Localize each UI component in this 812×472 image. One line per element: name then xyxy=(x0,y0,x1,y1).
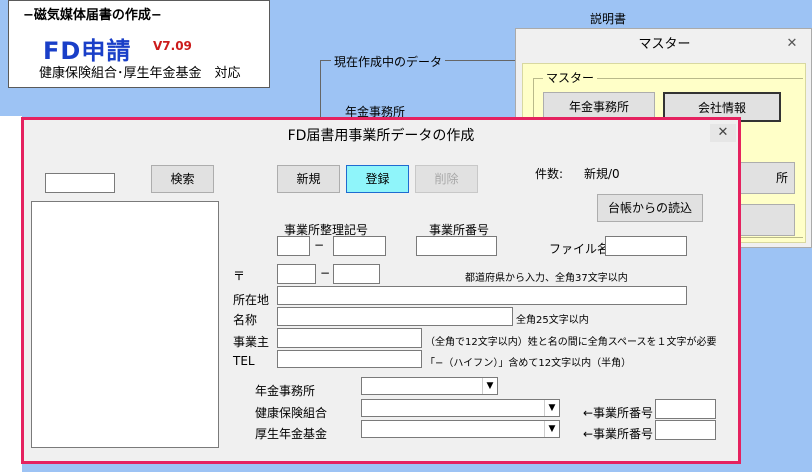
health-insurance-office-no[interactable] xyxy=(655,399,716,419)
health-insurance-label: 健康保険組合 xyxy=(255,406,328,420)
delete-button[interactable]: 削除 xyxy=(415,165,478,193)
app-name: FD申請 xyxy=(43,37,132,65)
current-data-group: 現在作成中のデータ 年金事務所 xyxy=(320,53,515,121)
address-field[interactable] xyxy=(277,286,687,305)
current-data-label: 現在作成中のデータ xyxy=(331,53,446,70)
master-group-label: マスター xyxy=(543,69,598,86)
name-field[interactable] xyxy=(277,307,513,326)
office-code-dash: − xyxy=(314,238,325,252)
office-no-arrow-label-1: ←事業所番号 xyxy=(583,406,654,420)
office-list[interactable] xyxy=(31,201,219,448)
sheet-left-strip xyxy=(0,116,22,472)
office-no-arrow-label-2: ←事業所番号 xyxy=(583,427,654,441)
app-title-box: −磁気媒体届書の作成− FD申請 V7.09 健康保険組合･厚生年金基金 対応 xyxy=(8,0,270,88)
postal-code-field-2[interactable] xyxy=(333,264,380,284)
office-data-dialog: FD届書用事業所データの作成 ✕ 検索 新規 登録 削除 件数: 新規/0 台帳… xyxy=(21,117,741,464)
postal-dash: − xyxy=(320,266,331,280)
owner-note: （全角で12文字以内）姓と名の間に全角スペースを１文字が必要 xyxy=(425,337,717,348)
tel-field[interactable] xyxy=(277,350,422,368)
owner-field[interactable] xyxy=(277,328,422,348)
health-insurance-select[interactable]: ▼ xyxy=(361,399,560,417)
pension-office-select[interactable]: ▼ xyxy=(361,377,498,395)
name-note: 全角25文字以内 xyxy=(516,315,589,326)
manual-link[interactable]: 説明書 xyxy=(590,10,626,27)
name-label: 名称 xyxy=(233,313,258,327)
file-name-field[interactable] xyxy=(605,236,687,256)
search-button[interactable]: 検索 xyxy=(151,165,214,193)
search-input[interactable] xyxy=(45,173,115,193)
app-subtitle: −磁気媒体届書の作成− xyxy=(23,8,162,23)
chevron-down-icon: ▼ xyxy=(544,421,559,437)
app-compat-note: 健康保険組合･厚生年金基金 対応 xyxy=(39,66,241,81)
tel-label: TEL xyxy=(233,354,255,368)
address-label: 所在地 xyxy=(233,293,270,307)
postal-code-field-1[interactable] xyxy=(277,264,316,284)
office-code-field-2[interactable] xyxy=(333,236,386,256)
master-close-icon[interactable]: ✕ xyxy=(781,35,803,53)
dialog-title: FD届書用事業所データの作成 xyxy=(287,128,475,144)
prefecture-note: 都道府県から入力、全角37文字以内 xyxy=(465,273,628,284)
chevron-down-icon: ▼ xyxy=(544,400,559,416)
master-office-button[interactable]: 所 xyxy=(735,162,795,194)
owner-label: 事業主 xyxy=(233,335,270,349)
master-extra-button[interactable] xyxy=(735,204,795,236)
pension-fund-office-no[interactable] xyxy=(655,420,716,440)
office-code-field-1[interactable] xyxy=(277,236,310,256)
load-from-ledger-button[interactable]: 台帳からの読込 xyxy=(597,194,703,222)
master-dialog-title: マスター xyxy=(638,37,691,52)
file-name-label: ファイル名 xyxy=(549,242,610,256)
count-value: 新規/0 xyxy=(584,167,620,181)
pension-fund-label: 厚生年金基金 xyxy=(255,427,328,441)
pension-fund-select[interactable]: ▼ xyxy=(361,420,560,438)
new-button[interactable]: 新規 xyxy=(277,165,340,193)
dialog-close-icon[interactable]: ✕ xyxy=(710,124,736,142)
postal-label: 〒 xyxy=(233,269,246,283)
tel-note: 「−（ハイフン）」含めて12文字以内（半角） xyxy=(425,358,632,369)
count-label: 件数: xyxy=(535,167,564,181)
register-button[interactable]: 登録 xyxy=(346,165,409,193)
pension-office-label: 年金事務所 xyxy=(255,384,316,398)
app-version: V7.09 xyxy=(153,39,192,53)
chevron-down-icon: ▼ xyxy=(482,378,497,394)
office-number-field[interactable] xyxy=(416,236,497,256)
